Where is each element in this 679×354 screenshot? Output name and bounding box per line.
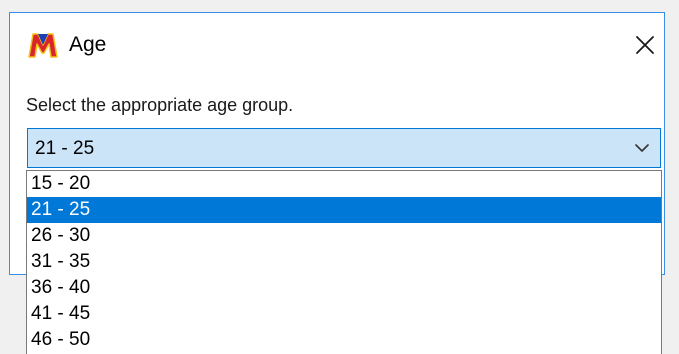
dropdown-option[interactable]: 15 - 20 [27, 171, 661, 197]
prompt-label: Select the appropriate age group. [26, 95, 294, 115]
m-logo-icon [28, 33, 58, 58]
dropdown-option[interactable]: 41 - 45 [27, 301, 661, 327]
dropdown-option[interactable]: 26 - 30 [27, 223, 661, 249]
close-icon[interactable] [630, 30, 660, 60]
title-bar: Age [10, 13, 664, 75]
dialog-title: Age [69, 33, 107, 56]
combobox-selected-value: 21 - 25 [35, 138, 95, 159]
age-group-combobox[interactable]: 21 - 25 [27, 128, 661, 168]
dropdown-option[interactable]: 36 - 40 [27, 275, 661, 301]
dropdown-option[interactable]: 46 - 50 [27, 327, 661, 353]
screen: Age Select the appropriate age group. 21… [0, 0, 679, 354]
chevron-down-icon[interactable] [634, 141, 650, 155]
dropdown-option[interactable]: 31 - 35 [27, 249, 661, 275]
dropdown-option[interactable]: 21 - 25 [27, 197, 661, 223]
age-group-dropdown-list[interactable]: 15 - 20 21 - 25 26 - 30 31 - 35 36 - 40 … [26, 170, 662, 354]
